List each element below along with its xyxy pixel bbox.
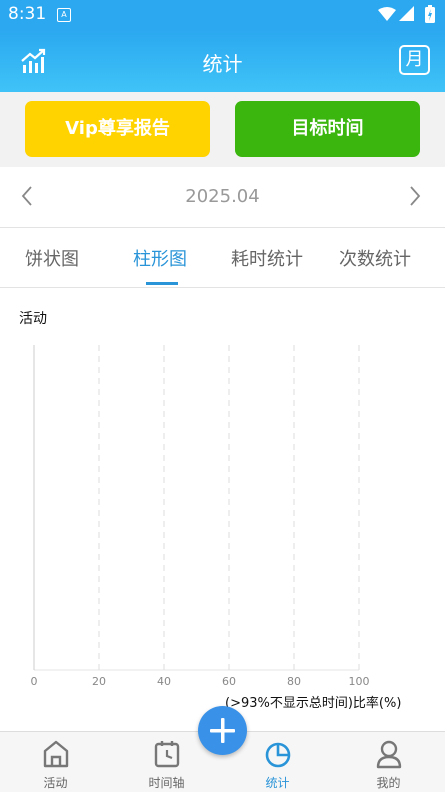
pie-chart-icon [265, 742, 291, 768]
tab-count-stats[interactable]: 次数统计 [339, 245, 411, 271]
signal-icon [399, 6, 414, 21]
chart-x-label: (>93%不显示总时间)比率(%) [225, 696, 402, 711]
clock-calendar-icon [154, 741, 180, 768]
nav-item-profile[interactable]: 我的 [333, 732, 444, 792]
vip-report-button[interactable]: Vip尊享报告 [25, 101, 210, 157]
wifi-icon [378, 7, 396, 21]
nav-label-activity: 活动 [43, 776, 68, 790]
chart-y-label: 活动 [19, 311, 47, 327]
status-bar: 8:31 A [0, 0, 445, 30]
x-tick-label: 80 [287, 675, 301, 688]
goal-time-button[interactable]: 目标时间 [235, 101, 420, 157]
month-view-button[interactable]: 月 [399, 45, 430, 75]
home-icon [43, 740, 69, 768]
add-button[interactable] [198, 706, 247, 755]
status-time: 8:31 [8, 4, 47, 24]
current-period: 2025.04 [185, 186, 260, 207]
user-icon [376, 740, 402, 769]
x-tick-label: 60 [222, 675, 236, 688]
date-navigator: 2025.04 [0, 167, 445, 228]
page-title: 统计 [202, 52, 243, 76]
plus-icon [210, 718, 235, 743]
tab-bar-chart[interactable]: 柱形图 [133, 245, 187, 271]
x-tick-label: 0 [31, 675, 38, 688]
action-buttons: Vip尊享报告 目标时间 [0, 92, 445, 167]
tab-pie-chart[interactable]: 饼状图 [25, 245, 79, 271]
x-tick-label: 20 [92, 675, 106, 688]
bar-chart: 0 20 40 60 80 100 [31, 345, 370, 688]
nav-label-timeline: 时间轴 [148, 776, 185, 790]
chart-tabs: 饼状图 柱形图 耗时统计 次数统计 [0, 227, 445, 288]
active-tab-indicator [146, 282, 178, 285]
tab-duration-stats[interactable]: 耗时统计 [231, 245, 303, 271]
notification-icon: A [57, 8, 71, 22]
x-tick-label: 40 [157, 675, 171, 688]
nav-label-profile: 我的 [376, 776, 401, 790]
nav-item-activity[interactable]: 活动 [0, 732, 111, 792]
battery-icon [425, 5, 435, 23]
x-tick-label: 100 [349, 675, 370, 688]
app-bar: 统计 月 [0, 30, 445, 92]
chevron-right-icon[interactable] [408, 185, 422, 207]
nav-label-statistics: 统计 [265, 776, 290, 790]
